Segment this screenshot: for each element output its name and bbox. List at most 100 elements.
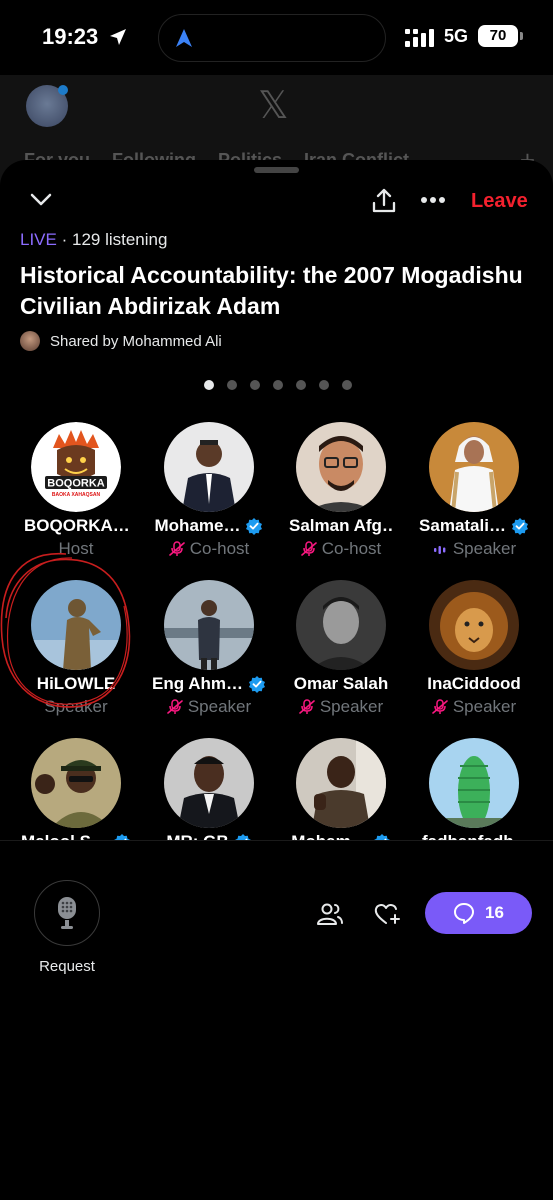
dynamic-island (158, 14, 386, 62)
participant-card[interactable]: Omar Salah Speaker (275, 580, 407, 730)
verified-badge-icon (246, 518, 263, 535)
participant-card[interactable]: Salman Afg… Co-host (275, 422, 407, 572)
participant-role: Host (58, 539, 94, 558)
participant-name: InaCiddood (427, 674, 521, 693)
page-dot[interactable] (250, 380, 260, 390)
microphone-icon (58, 897, 76, 929)
participant-name: Salman Afg… (289, 516, 393, 535)
participant-name: HiLOWLE (36, 674, 116, 693)
comments-count: 16 (485, 903, 504, 922)
participant-name: Samatali… (419, 516, 506, 535)
bottom-bar: Request 16 (0, 840, 553, 1040)
share-icon[interactable] (370, 187, 398, 215)
location-arrow-icon (110, 29, 126, 45)
participant-avatar[interactable] (31, 580, 121, 670)
participant-role: Speaker (187, 697, 252, 716)
participant-avatar[interactable] (429, 738, 519, 828)
participant-role-row: Speaker (275, 697, 407, 717)
participant-avatar[interactable] (296, 580, 386, 670)
participant-avatar[interactable] (296, 738, 386, 828)
page-dot[interactable] (319, 380, 329, 390)
leave-button[interactable]: Leave (471, 190, 528, 213)
comments-button[interactable]: 16 (425, 892, 532, 934)
participant-role-row: Speaker (408, 539, 540, 559)
drag-handle[interactable] (254, 167, 299, 173)
participant-name: Eng Ahm… (152, 674, 243, 693)
svg-text:BOQORKA: BOQORKA (47, 478, 105, 490)
shared-by[interactable]: Shared by Mohammed Ali (20, 331, 222, 351)
network-type: 5G (444, 26, 469, 46)
participant-card[interactable]: InaCiddood Speaker (408, 580, 540, 730)
page-dot[interactable] (342, 380, 352, 390)
speaking-indicator-icon (433, 546, 446, 554)
microphone-off-icon (432, 699, 448, 714)
chevron-down-icon[interactable] (30, 193, 52, 207)
navigation-icon (176, 29, 192, 47)
participant-name-row: Salman Afg… (275, 516, 407, 536)
participant-name-row: InaCiddood (408, 674, 540, 694)
participant-avatar[interactable]: BOQORKA BAOKA XAHAQSAN (31, 422, 121, 512)
svg-text:BAOKA XAHAQSAN: BAOKA XAHAQSAN (52, 492, 101, 498)
signal-icon (405, 29, 434, 47)
participant-card[interactable]: BOQORKA BAOKA XAHAQSAN BOQORKA… Host (10, 422, 142, 572)
participant-name: Mohame… (154, 516, 241, 535)
page-dot[interactable] (296, 380, 306, 390)
battery-indicator: 70 (478, 25, 523, 47)
profile-avatar (26, 85, 68, 127)
microphone-off-icon (167, 699, 183, 714)
shared-by-label: Shared by Mohammed Ali (50, 332, 222, 350)
participant-role: Speaker (319, 697, 384, 716)
listener-count: 129 listening (71, 230, 168, 249)
participant-avatar[interactable] (164, 580, 254, 670)
microphone-off-icon (299, 699, 315, 714)
participant-role-row: Speaker (143, 697, 275, 717)
page-dot[interactable] (273, 380, 283, 390)
participant-name-row: HiLOWLE (10, 674, 142, 694)
participant-card[interactable]: Samatali… Speaker (408, 422, 540, 572)
clock: 19:23 (42, 24, 99, 49)
heart-plus-icon[interactable] (374, 902, 402, 926)
participant-avatar[interactable] (429, 422, 519, 512)
request-label: Request (39, 958, 95, 975)
participant-role-row: Host (10, 539, 142, 559)
participant-name-row: Mohame… (143, 516, 275, 536)
space-meta: LIVE · 129 listening (20, 230, 167, 250)
x-logo-icon: 𝕏 (258, 85, 289, 127)
participant-role: Co-host (189, 539, 250, 558)
verified-badge-icon (248, 676, 265, 693)
participant-avatar[interactable] (164, 738, 254, 828)
more-icon[interactable] (420, 196, 446, 204)
participant-avatar[interactable] (164, 422, 254, 512)
verified-badge-icon (511, 518, 528, 535)
participant-name-row: Samatali… (408, 516, 540, 536)
space-title: Historical Accountability: the 2007 Moga… (20, 262, 523, 319)
sharer-avatar (20, 331, 40, 351)
participant-role-row: Co-host (143, 539, 275, 559)
meta-separator: · (61, 230, 72, 249)
participant-role: Speaker (44, 697, 108, 716)
participant-name: BOQORKA… (24, 516, 128, 535)
participant-role-row: Co-host (275, 539, 407, 559)
participant-card[interactable]: HiLOWLE Speaker (10, 580, 142, 730)
status-bar: 19:23 5G 70 (0, 0, 553, 75)
participant-role: Co-host (321, 539, 382, 558)
page-dot[interactable] (227, 380, 237, 390)
participant-name-row: BOQORKA… (10, 516, 142, 536)
microphone-off-icon (168, 541, 185, 556)
participant-avatar[interactable] (31, 738, 121, 828)
participant-card[interactable]: Eng Ahm… Speaker (143, 580, 275, 730)
request-button[interactable] (34, 880, 100, 946)
participant-avatar[interactable] (296, 422, 386, 512)
comment-bubble-icon (454, 903, 475, 924)
participant-avatar[interactable] (429, 580, 519, 670)
space-sheet: Leave LIVE · 129 listening Historical Ac… (0, 160, 553, 1200)
participant-name-row: Eng Ahm… (143, 674, 275, 694)
live-badge: LIVE (20, 230, 57, 249)
participant-role: Speaker (452, 697, 517, 716)
participant-card[interactable]: Mohame… Co-host (143, 422, 275, 572)
page-indicator[interactable] (204, 380, 352, 390)
people-icon[interactable] (316, 902, 344, 926)
microphone-off-icon (300, 541, 317, 556)
participant-role: Speaker (452, 539, 517, 558)
page-dot[interactable] (204, 380, 214, 390)
